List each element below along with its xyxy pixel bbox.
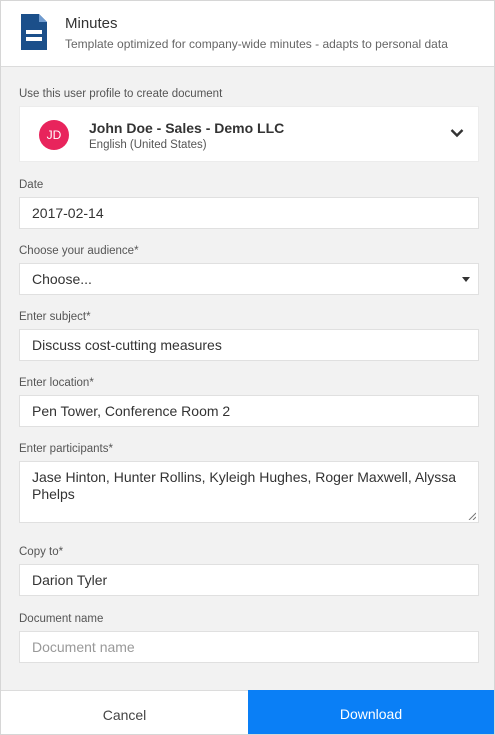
dialog-subtitle: Template optimized for company-wide minu… [65, 37, 448, 51]
copy-to-label: Copy to* [19, 546, 64, 558]
date-label: Date [19, 179, 44, 191]
profile-label: Use this user profile to create document [19, 88, 223, 100]
audience-label: Choose your audience* [19, 245, 139, 257]
location-input[interactable]: Pen Tower, Conference Room 2 [19, 395, 479, 427]
copy-to-input[interactable]: Darion Tyler [19, 564, 479, 596]
document-name-label: Document name [19, 613, 104, 625]
subject-input[interactable]: Discuss cost-cutting measures [19, 329, 479, 361]
location-label: Enter location* [19, 377, 94, 389]
minutes-dialog: Minutes Template optimized for company-w… [0, 0, 495, 735]
dialog-title: Minutes [65, 15, 118, 32]
resize-handle-icon[interactable] [468, 512, 476, 520]
participants-textarea[interactable]: Jase Hinton, Hunter Rollins, Kyleigh Hug… [19, 461, 479, 523]
profile-name: John Doe - Sales - Demo LLC [89, 120, 285, 136]
chevron-down-icon[interactable] [450, 128, 464, 138]
participants-label: Enter participants* [19, 443, 113, 455]
profile-selector[interactable]: JD John Doe - Sales - Demo LLC English (… [19, 106, 479, 162]
profile-language: English (United States) [89, 139, 207, 151]
caret-down-icon [462, 277, 470, 282]
subject-label: Enter subject* [19, 311, 91, 323]
cancel-button[interactable]: Cancel [1, 691, 248, 734]
avatar: JD [39, 120, 69, 150]
document-name-input[interactable]: Document name [19, 631, 479, 663]
dialog-footer: Cancel Download [1, 690, 494, 734]
document-template-icon [21, 14, 47, 50]
date-field[interactable]: 2017-02-14 [19, 197, 479, 229]
participants-text: Jase Hinton, Hunter Rollins, Kyleigh Hug… [32, 469, 457, 502]
download-button[interactable]: Download [248, 690, 494, 734]
audience-select-value: Choose... [32, 271, 92, 287]
audience-select[interactable]: Choose... [19, 263, 479, 295]
dialog-header: Minutes Template optimized for company-w… [1, 1, 494, 67]
